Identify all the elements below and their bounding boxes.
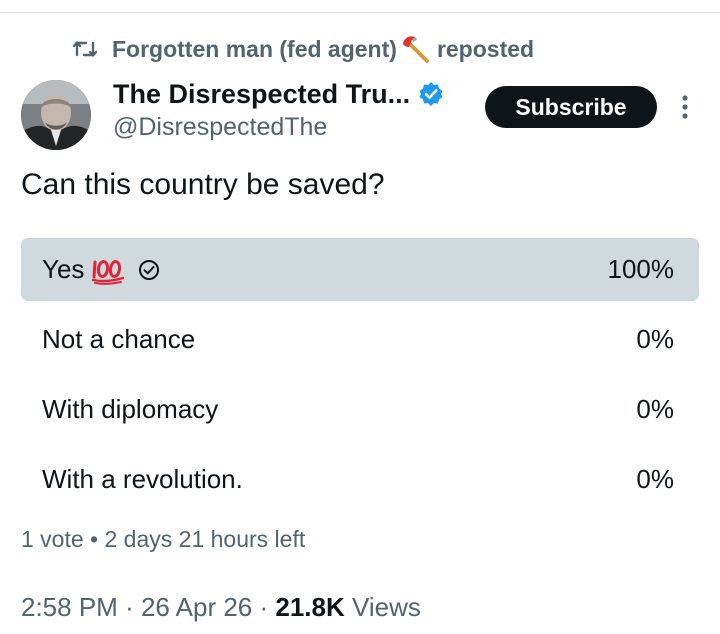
- views-count: 21.8K: [275, 592, 345, 622]
- subscribe-button[interactable]: Subscribe: [485, 86, 657, 128]
- poll-option-with-a-revolution[interactable]: With a revolution. 0%: [21, 448, 699, 511]
- verified-badge-icon: [419, 82, 443, 106]
- poll-option-not-a-chance[interactable]: Not a chance 0%: [21, 308, 699, 371]
- tweet-timestamp: 2:58 PM · 26 Apr 26 · 21.8K Views: [21, 592, 421, 623]
- poll-option-label: Not a chance: [42, 324, 196, 354]
- poll: Yes 100% Not a chance 0% With diplomacy …: [21, 238, 699, 518]
- poll-option-percent: 0%: [636, 394, 674, 424]
- repost-user-name[interactable]: Forgotten man (fed agent): [112, 36, 397, 63]
- tweet-time[interactable]: 2:58 PM: [21, 592, 118, 622]
- tweet-text: Can this country be saved?: [21, 168, 385, 201]
- avatar-image: [21, 80, 91, 150]
- poll-vote-count: 1 vote: [21, 526, 84, 552]
- retweet-icon: [72, 41, 98, 57]
- separator-dot: ·: [259, 592, 276, 622]
- poll-option-label: Yes: [42, 254, 85, 284]
- repost-action: reposted: [436, 35, 535, 62]
- poll-option-with-diplomacy[interactable]: With diplomacy 0%: [21, 378, 699, 441]
- poll-option-percent: 100%: [607, 254, 675, 284]
- poll-option-yes[interactable]: Yes 100%: [21, 238, 699, 301]
- selected-check-icon: [139, 259, 160, 280]
- poll-meta: 1 vote • 2 days 21 hours left: [21, 526, 305, 553]
- top-divider: [0, 12, 720, 13]
- tweet-date[interactable]: 26 Apr 26: [141, 592, 252, 622]
- avatar[interactable]: [21, 80, 91, 150]
- hundred-points-icon: [90, 255, 126, 285]
- repost-header[interactable]: Forgotten man (fed agent) reposted: [72, 34, 534, 64]
- more-options-icon[interactable]: [677, 94, 693, 120]
- poll-time-left: 2 days 21 hours left: [104, 526, 306, 552]
- separator-dot: •: [90, 526, 105, 552]
- views-label: Views: [352, 592, 421, 622]
- author-display-name[interactable]: The Disrespected Tru...: [113, 79, 410, 110]
- separator-dot: ·: [125, 592, 141, 622]
- poll-option-label: With a revolution.: [42, 464, 243, 494]
- author-handle[interactable]: @DisrespectedThe: [113, 113, 327, 142]
- poll-option-percent: 0%: [636, 324, 674, 354]
- author-name-row[interactable]: The Disrespected Tru...: [113, 76, 444, 112]
- axe-icon: [401, 35, 431, 63]
- poll-option-label: With diplomacy: [42, 394, 219, 424]
- poll-option-percent: 0%: [636, 464, 674, 494]
